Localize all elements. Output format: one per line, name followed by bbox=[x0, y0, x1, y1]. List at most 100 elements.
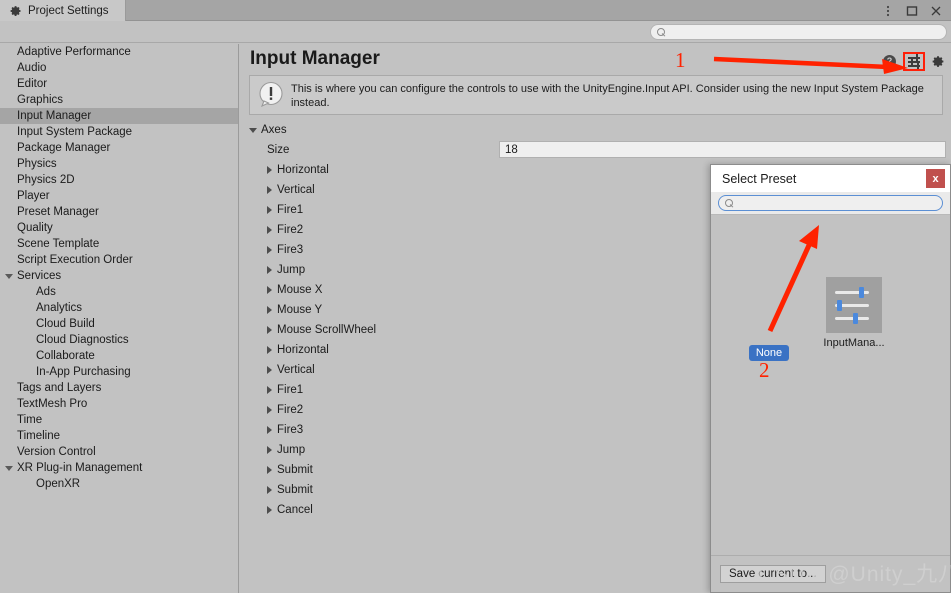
window-menu-button[interactable] bbox=[881, 4, 895, 18]
sidebar-item-graphics[interactable]: Graphics bbox=[0, 92, 238, 108]
sidebar-item-openxr[interactable]: OpenXR bbox=[0, 476, 238, 492]
axis-label: Fire1 bbox=[277, 204, 304, 216]
sidebar-item-label: Scene Template bbox=[17, 238, 100, 250]
axis-label: Mouse ScrollWheel bbox=[277, 324, 377, 336]
chevron-right-icon bbox=[267, 226, 272, 234]
settings-category-list[interactable]: Adaptive Performance Audio Editor Graphics I… bbox=[0, 44, 239, 593]
sidebar-item-player[interactable]: Player bbox=[0, 188, 238, 204]
settings-search-box[interactable] bbox=[650, 24, 947, 40]
dialog-search-row bbox=[711, 192, 950, 215]
sidebar-item-audio[interactable]: Audio bbox=[0, 60, 238, 76]
sidebar-item-package-manager[interactable]: Package Manager bbox=[0, 140, 238, 156]
sidebar-item-label: Tags and Layers bbox=[17, 382, 102, 394]
axis-label: Mouse X bbox=[277, 284, 323, 296]
window-controls bbox=[881, 0, 947, 21]
sidebar-item-cloud-build[interactable]: Cloud Build bbox=[0, 316, 238, 332]
sidebar-item-preset-manager[interactable]: Preset Manager bbox=[0, 204, 238, 220]
chevron-right-icon bbox=[267, 366, 272, 374]
axis-label: Horizontal bbox=[277, 164, 329, 176]
search-input[interactable] bbox=[666, 26, 946, 38]
sidebar-item-cloud-diagnostics[interactable]: Cloud Diagnostics bbox=[0, 332, 238, 348]
sidebar-item-script-execution-order[interactable]: Script Execution Order bbox=[0, 252, 238, 268]
chevron-right-icon bbox=[267, 186, 272, 194]
search-row bbox=[0, 21, 951, 43]
axis-label: Fire3 bbox=[277, 244, 304, 256]
chevron-down-icon bbox=[5, 465, 13, 471]
sidebar-item-ads[interactable]: Ads bbox=[0, 284, 238, 300]
sidebar-item-analytics[interactable]: Analytics bbox=[0, 300, 238, 316]
window-close-button[interactable] bbox=[929, 4, 943, 18]
chevron-right-icon bbox=[267, 246, 272, 254]
panel-header-icons: ? bbox=[883, 52, 945, 71]
chevron-right-icon bbox=[267, 466, 272, 474]
dialog-search-box[interactable] bbox=[718, 195, 943, 211]
sidebar-item-label: Preset Manager bbox=[17, 206, 99, 218]
sidebar-item-version-control[interactable]: Version Control bbox=[0, 444, 238, 460]
sidebar-item-in-app-purchasing[interactable]: In-App Purchasing bbox=[0, 364, 238, 380]
sidebar-item-tags-and-layers[interactable]: Tags and Layers bbox=[0, 380, 238, 396]
axis-label: Jump bbox=[277, 264, 306, 276]
select-preset-dialog: Select Preset x None InputMana... 2 Save… bbox=[710, 164, 951, 593]
chevron-right-icon bbox=[267, 406, 272, 414]
axes-size-row: Size 18 bbox=[240, 140, 951, 160]
window-maximize-button[interactable] bbox=[905, 4, 919, 18]
sidebar-item-physics-2d[interactable]: Physics 2D bbox=[0, 172, 238, 188]
gear-icon bbox=[10, 5, 22, 17]
sidebar-item-timeline[interactable]: Timeline bbox=[0, 428, 238, 444]
sidebar-item-time[interactable]: Time bbox=[0, 412, 238, 428]
info-banner: This is where you can configure the cont… bbox=[249, 75, 943, 115]
preset-list[interactable]: None InputMana... 2 bbox=[711, 215, 950, 556]
axes-size-input[interactable]: 18 bbox=[499, 141, 946, 158]
sidebar-item-editor[interactable]: Editor bbox=[0, 76, 238, 92]
preset-item-inputmanager[interactable]: InputMana... bbox=[809, 277, 899, 349]
sidebar-item-label: Script Execution Order bbox=[17, 254, 133, 266]
dialog-footer: Save current to... bbox=[711, 555, 950, 592]
axis-label: Fire3 bbox=[277, 424, 304, 436]
tab-project-settings[interactable]: Project Settings bbox=[0, 0, 126, 21]
sidebar-item-xr-plug-in-management[interactable]: XR Plug-in Management bbox=[0, 460, 238, 476]
save-current-to-button[interactable]: Save current to... bbox=[720, 565, 826, 583]
axis-label: Fire2 bbox=[277, 404, 304, 416]
window-tab-bar: Project Settings bbox=[0, 0, 951, 21]
axis-label: Fire2 bbox=[277, 224, 304, 236]
sidebar-item-scene-template[interactable]: Scene Template bbox=[0, 236, 238, 252]
sidebar-item-label: Services bbox=[17, 270, 62, 282]
help-icon[interactable]: ? bbox=[883, 55, 896, 68]
chevron-right-icon bbox=[267, 266, 272, 274]
sidebar-item-label: Adaptive Performance bbox=[17, 46, 131, 58]
sidebar-item-services[interactable]: Services bbox=[0, 268, 238, 284]
chevron-right-icon bbox=[267, 306, 272, 314]
chevron-down-icon bbox=[249, 127, 257, 133]
axis-label: Horizontal bbox=[277, 344, 329, 356]
chevron-right-icon bbox=[267, 486, 272, 494]
dialog-title: Select Preset bbox=[722, 171, 797, 186]
axes-group-header[interactable]: Axes bbox=[240, 120, 951, 140]
chevron-right-icon bbox=[267, 426, 272, 434]
sidebar-item-quality[interactable]: Quality bbox=[0, 220, 238, 236]
sidebar-item-input-system-package[interactable]: Input System Package bbox=[0, 124, 238, 140]
dialog-search-input[interactable] bbox=[734, 196, 942, 210]
sidebar-item-input-manager[interactable]: Input Manager bbox=[0, 108, 238, 124]
close-icon[interactable]: x bbox=[926, 169, 945, 188]
preset-button-highlight[interactable] bbox=[903, 52, 925, 71]
sidebar-item-label: OpenXR bbox=[36, 478, 81, 490]
sidebar-item-textmesh-pro[interactable]: TextMesh Pro bbox=[0, 396, 238, 412]
sidebar-item-collaborate[interactable]: Collaborate bbox=[0, 348, 238, 364]
axes-size-label: Size bbox=[267, 144, 290, 156]
chevron-down-icon bbox=[5, 273, 13, 279]
sidebar-item-adaptive-performance[interactable]: Adaptive Performance bbox=[0, 44, 238, 60]
chevron-right-icon bbox=[267, 346, 272, 354]
sidebar-item-label: Time bbox=[17, 414, 43, 426]
settings-gear-icon[interactable] bbox=[932, 55, 945, 68]
sidebar-item-label: TextMesh Pro bbox=[17, 398, 88, 410]
sidebar-item-physics[interactable]: Physics bbox=[0, 156, 238, 172]
chevron-right-icon bbox=[267, 386, 272, 394]
page-title: Input Manager bbox=[250, 48, 380, 69]
search-icon bbox=[725, 198, 734, 208]
annotation-2-label: 2 bbox=[759, 358, 770, 382]
dialog-title-bar: Select Preset x bbox=[711, 165, 950, 192]
annotation-1-label: 1 bbox=[675, 48, 686, 72]
sidebar-item-label: Quality bbox=[17, 222, 53, 234]
sidebar-item-label: Audio bbox=[17, 62, 47, 74]
axis-label: Fire1 bbox=[277, 384, 304, 396]
